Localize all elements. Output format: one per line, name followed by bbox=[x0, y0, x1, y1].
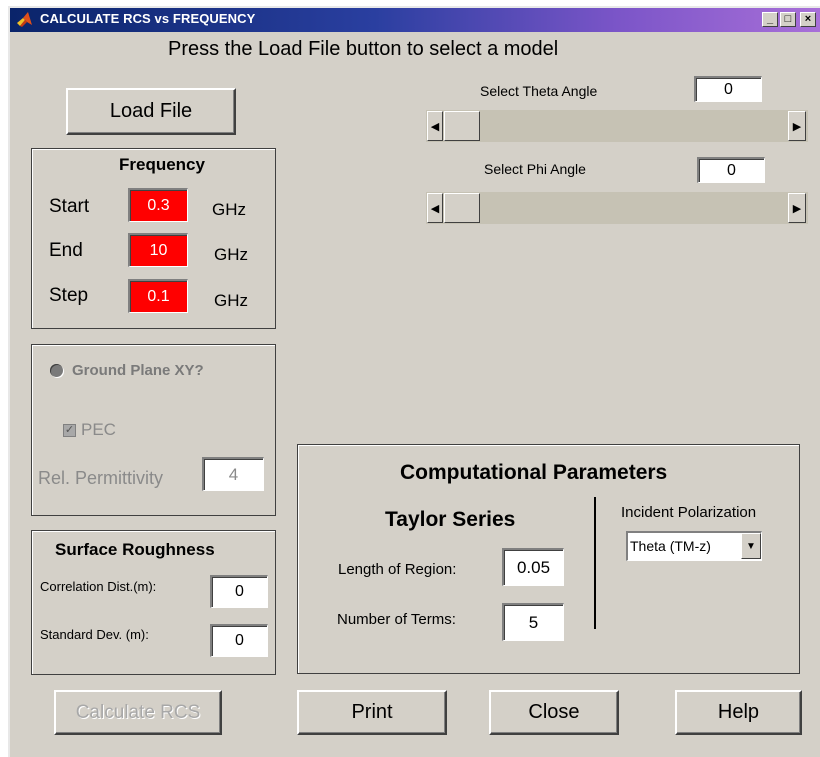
ground-plane-label: Ground Plane XY? bbox=[72, 362, 204, 379]
polarization-dropdown[interactable]: Theta (TM-z) ▼ bbox=[626, 531, 762, 561]
ground-plane-radio[interactable] bbox=[50, 364, 63, 377]
taylor-series-title: Taylor Series bbox=[385, 508, 516, 531]
length-of-region-input[interactable]: 0.05 bbox=[502, 548, 564, 586]
phi-slider[interactable] bbox=[426, 192, 808, 224]
polarization-selected: Theta (TM-z) bbox=[630, 538, 711, 554]
close-window-button[interactable]: × bbox=[800, 12, 816, 27]
pec-label: PEC bbox=[81, 420, 116, 439]
end-frequency-input[interactable]: 10 bbox=[128, 233, 188, 267]
start-frequency-input[interactable]: 0.3 bbox=[128, 188, 188, 222]
number-of-terms-input[interactable]: 5 bbox=[502, 603, 564, 641]
close-button[interactable]: Close bbox=[489, 690, 619, 735]
phi-slider-right-arrow[interactable]: ▶ bbox=[788, 193, 806, 223]
window-title: CALCULATE RCS vs FREQUENCY bbox=[40, 11, 256, 26]
standard-deviation-label: Standard Dev. (m): bbox=[40, 627, 149, 642]
phi-angle-input[interactable]: 0 bbox=[697, 157, 765, 183]
end-unit: GHz bbox=[214, 245, 248, 264]
end-label: End bbox=[49, 240, 83, 261]
theta-slider-left-arrow[interactable]: ◀ bbox=[427, 111, 443, 141]
matlab-icon bbox=[16, 11, 34, 29]
theta-slider[interactable] bbox=[426, 110, 808, 142]
panel-divider bbox=[594, 497, 596, 629]
maximize-button[interactable]: □ bbox=[780, 12, 796, 27]
load-file-button[interactable]: Load File bbox=[66, 88, 236, 135]
step-label: Step bbox=[49, 285, 89, 306]
minimize-button[interactable]: _ bbox=[762, 12, 778, 27]
phi-label: Select Phi Angle bbox=[484, 161, 586, 177]
step-unit: GHz bbox=[214, 291, 248, 310]
permittivity-label: Rel. Permittivity bbox=[38, 468, 164, 488]
standard-deviation-input[interactable]: 0 bbox=[210, 624, 268, 657]
correlation-distance-label: Correlation Dist.(m): bbox=[40, 579, 157, 594]
start-unit: GHz bbox=[212, 200, 246, 219]
calculate-rcs-button[interactable]: Calculate RCS bbox=[54, 690, 222, 735]
pec-checkbox[interactable]: ✓ bbox=[63, 424, 76, 437]
dropdown-arrow-icon[interactable]: ▼ bbox=[741, 533, 761, 559]
length-of-region-label: Length of Region: bbox=[338, 561, 457, 578]
theta-slider-thumb[interactable] bbox=[444, 111, 480, 141]
incident-polarization-label: Incident Polarization bbox=[621, 504, 757, 521]
phi-slider-left-arrow[interactable]: ◀ bbox=[427, 193, 443, 223]
theta-slider-right-arrow[interactable]: ▶ bbox=[788, 111, 806, 141]
theta-label: Select Theta Angle bbox=[480, 83, 598, 99]
theta-angle-input[interactable]: 0 bbox=[694, 76, 762, 102]
surface-roughness-title: Surface Roughness bbox=[55, 540, 215, 559]
help-button[interactable]: Help bbox=[675, 690, 802, 735]
frequency-title: Frequency bbox=[119, 155, 205, 174]
permittivity-input[interactable]: 4 bbox=[202, 457, 264, 491]
step-frequency-input[interactable]: 0.1 bbox=[128, 279, 188, 313]
number-of-terms-label: Number of Terms: bbox=[337, 611, 456, 628]
computational-parameters-title: Computational Parameters bbox=[400, 461, 668, 484]
correlation-distance-input[interactable]: 0 bbox=[210, 575, 268, 608]
phi-slider-thumb[interactable] bbox=[444, 193, 480, 223]
print-button[interactable]: Print bbox=[297, 690, 447, 735]
start-label: Start bbox=[49, 196, 90, 217]
instruction-text: Press the Load File button to select a m… bbox=[168, 38, 559, 60]
